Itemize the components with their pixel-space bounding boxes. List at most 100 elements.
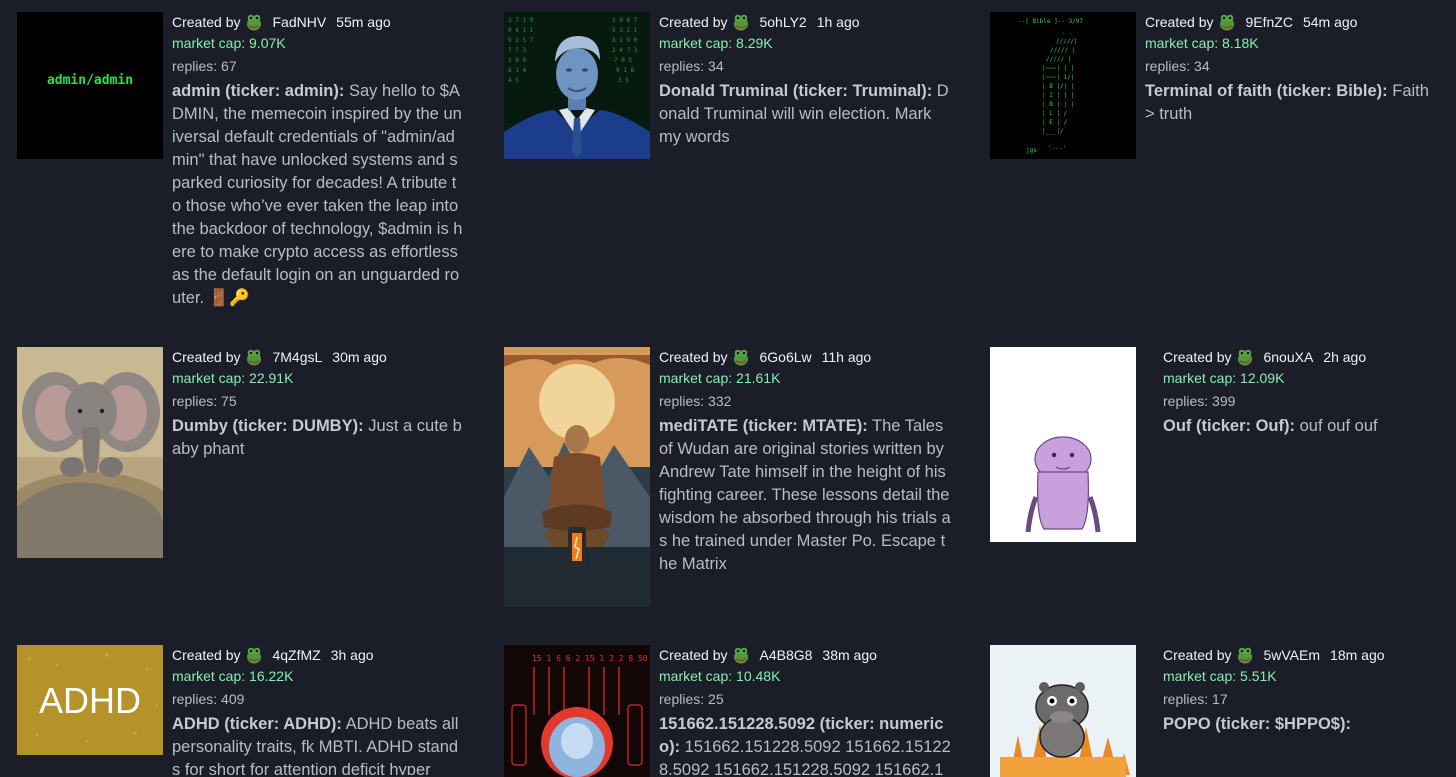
market-cap-label: market cap: <box>1163 668 1237 684</box>
coin-image-dumby[interactable] <box>17 347 163 558</box>
creator-name[interactable]: FadNHV <box>272 12 326 32</box>
coin-title: Donald Truminal (ticker: Truminal): <box>659 82 933 100</box>
coin-title: POPO (ticker: $HPPO$): <box>1163 715 1351 733</box>
market-cap-label: market cap: <box>1163 370 1237 386</box>
replies: replies: 67 <box>172 55 472 78</box>
replies-label: replies: <box>659 393 705 409</box>
coin-image-ouf[interactable] <box>990 347 1136 542</box>
creator-line: Created by 4qZfMZ 3h ago <box>172 645 472 665</box>
created-by-label: Created by <box>659 14 728 30</box>
baby-elephant-image <box>17 347 163 558</box>
market-cap-label: market cap: <box>172 370 246 386</box>
svg-text:|~~~| 1/|: |~~~| 1/| <box>1042 74 1075 81</box>
created-by-label: Created by <box>1163 349 1232 365</box>
replies-label: replies: <box>172 691 218 707</box>
creator-line: Created by 5wVAEm 18m ago <box>1163 645 1456 665</box>
market-cap-label: market cap: <box>659 668 733 684</box>
coin-title: mediTATE (ticker: MTATE): <box>659 417 868 435</box>
created-by-label: Created by <box>1145 14 1214 30</box>
coin-description: Donald Truminal (ticker: Truminal): Dona… <box>659 80 949 149</box>
coin-image-numerico[interactable]: 15 1 6 6 2 15 1 2 2 8 50 9 2 <box>504 645 650 777</box>
coin-description-text: 151662.151228.5092 151662.151228.5092 15… <box>659 738 951 775</box>
svg-text:9 1 8: 9 1 8 <box>616 67 634 74</box>
coin-description: mediTATE (ticker: MTATE): The Tales of W… <box>659 415 952 576</box>
svg-text:///// |: ///// | <box>1046 56 1071 63</box>
coin-description-text: Say hello to $ADMIN, the memecoin inspir… <box>172 82 463 307</box>
frog-avatar-icon <box>246 646 262 664</box>
svg-text:jgs: jgs <box>1026 147 1037 154</box>
replies-count: 399 <box>1212 393 1236 409</box>
replies-count: 67 <box>221 58 237 74</box>
gold-glitter-text-image: ADHD <box>17 645 163 755</box>
creator-name[interactable]: 7M4gsL <box>272 347 322 367</box>
creator-name[interactable]: 9EfnZC <box>1245 12 1292 32</box>
market-cap-label: market cap: <box>172 668 246 684</box>
replies: replies: 332 <box>659 390 959 413</box>
frog-avatar-icon <box>733 13 749 31</box>
creator-name[interactable]: 5wVAEm <box>1263 645 1320 665</box>
svg-text:4 5: 4 5 <box>508 77 519 84</box>
coin-title: Terminal of faith (ticker: Bible): <box>1145 82 1388 100</box>
market-cap-label: market cap: <box>659 370 733 386</box>
creator-name[interactable]: 5ohLY2 <box>759 12 806 32</box>
svg-text:. .: . . <box>1062 29 1073 36</box>
coin-image-truminal[interactable]: 3 7 1 90 4 1 19 2 5 77 7 31 9 08 1 44 5 … <box>504 12 650 159</box>
svg-text:5 3 2 1: 5 3 2 1 <box>612 27 638 34</box>
svg-text:|~~~| | |: |~~~| | | <box>1042 65 1075 72</box>
coin-description: 151662.151228.5092 (ticker: numerico): 1… <box>659 713 952 775</box>
creator-name[interactable]: 6nouXA <box>1263 347 1313 367</box>
creator-line: Created by 5ohLY2 1h ago <box>659 12 959 32</box>
created-time: 1h ago <box>816 14 860 30</box>
market-cap-label: market cap: <box>172 35 246 51</box>
svg-text:8 1 4: 8 1 4 <box>508 67 526 74</box>
market-cap: market cap: 8.29K <box>659 32 959 55</box>
created-time: 38m ago <box>822 647 877 663</box>
replies-count: 17 <box>1212 691 1228 707</box>
created-time: 2h ago <box>1323 349 1367 365</box>
frog-avatar-icon <box>1219 13 1235 31</box>
replies-count: 34 <box>1194 58 1210 74</box>
coin-image-mtate[interactable] <box>504 347 650 607</box>
creator-line: Created by 9EfnZC 54m ago <box>1145 12 1445 32</box>
purple-creature-image <box>990 347 1136 542</box>
matrix-portrait-image: 3 7 1 90 4 1 19 2 5 77 7 31 9 08 1 44 5 … <box>504 12 650 159</box>
coin-title: Ouf (ticker: Ouf): <box>1163 417 1295 435</box>
creator-name[interactable]: 6Go6Lw <box>759 347 811 367</box>
replies: replies: 399 <box>1163 390 1456 413</box>
coin-description: ADHD (ticker: ADHD): ADHD beats all pers… <box>172 713 465 775</box>
creator-name[interactable]: A4B8G8 <box>759 645 812 665</box>
replies: replies: 17 <box>1163 688 1456 711</box>
created-by-label: Created by <box>659 349 728 365</box>
created-time: 18m ago <box>1330 647 1385 663</box>
replies: replies: 34 <box>659 55 959 78</box>
replies-label: replies: <box>1163 393 1209 409</box>
ascii-bible-header: --[ Bible ]-- 3/97 <box>1018 18 1083 25</box>
replies-count: 25 <box>708 691 724 707</box>
coin-image-adhd[interactable]: ADHD <box>17 645 163 755</box>
admin-terminal-image: admin/admin <box>17 12 163 159</box>
market-cap: market cap: 8.18K <box>1145 32 1445 55</box>
created-time: 3h ago <box>330 647 374 663</box>
creator-line: Created by 6Go6Lw 11h ago <box>659 347 959 367</box>
replies-count: 75 <box>221 393 237 409</box>
market-cap-value: 8.18K <box>1222 35 1259 51</box>
frog-avatar-icon <box>246 348 262 366</box>
market-cap: market cap: 12.09K <box>1163 367 1456 390</box>
coin-image-admin[interactable]: admin/admin <box>17 12 163 159</box>
creator-line: Created by FadNHV 55m ago <box>172 12 472 32</box>
created-by-label: Created by <box>172 14 241 30</box>
svg-text://///|: /////| <box>1056 38 1078 45</box>
svg-text:| I | | |: | I | | | <box>1042 92 1075 99</box>
coin-image-bible[interactable]: --[ Bible ]-- 3/97 . . /////| ///// | /////… <box>990 12 1136 159</box>
created-by-label: Created by <box>172 647 241 663</box>
coin-description: admin (ticker: admin): Say hello to $ADM… <box>172 80 465 310</box>
creator-name[interactable]: 4qZfMZ <box>272 645 320 665</box>
coin-description: POPO (ticker: $HPPO$): <box>1163 713 1441 736</box>
market-cap: market cap: 5.51K <box>1163 665 1456 688</box>
numerico-image-text: 15 1 6 6 2 15 1 2 2 8 50 9 2 <box>532 654 650 663</box>
svg-text:7 0 5: 7 0 5 <box>614 57 632 64</box>
creator-line: Created by 7M4gsL 30m ago <box>172 347 472 367</box>
coin-image-popo[interactable] <box>990 645 1136 777</box>
market-cap-value: 9.07K <box>249 35 286 51</box>
market-cap: market cap: 22.91K <box>172 367 472 390</box>
